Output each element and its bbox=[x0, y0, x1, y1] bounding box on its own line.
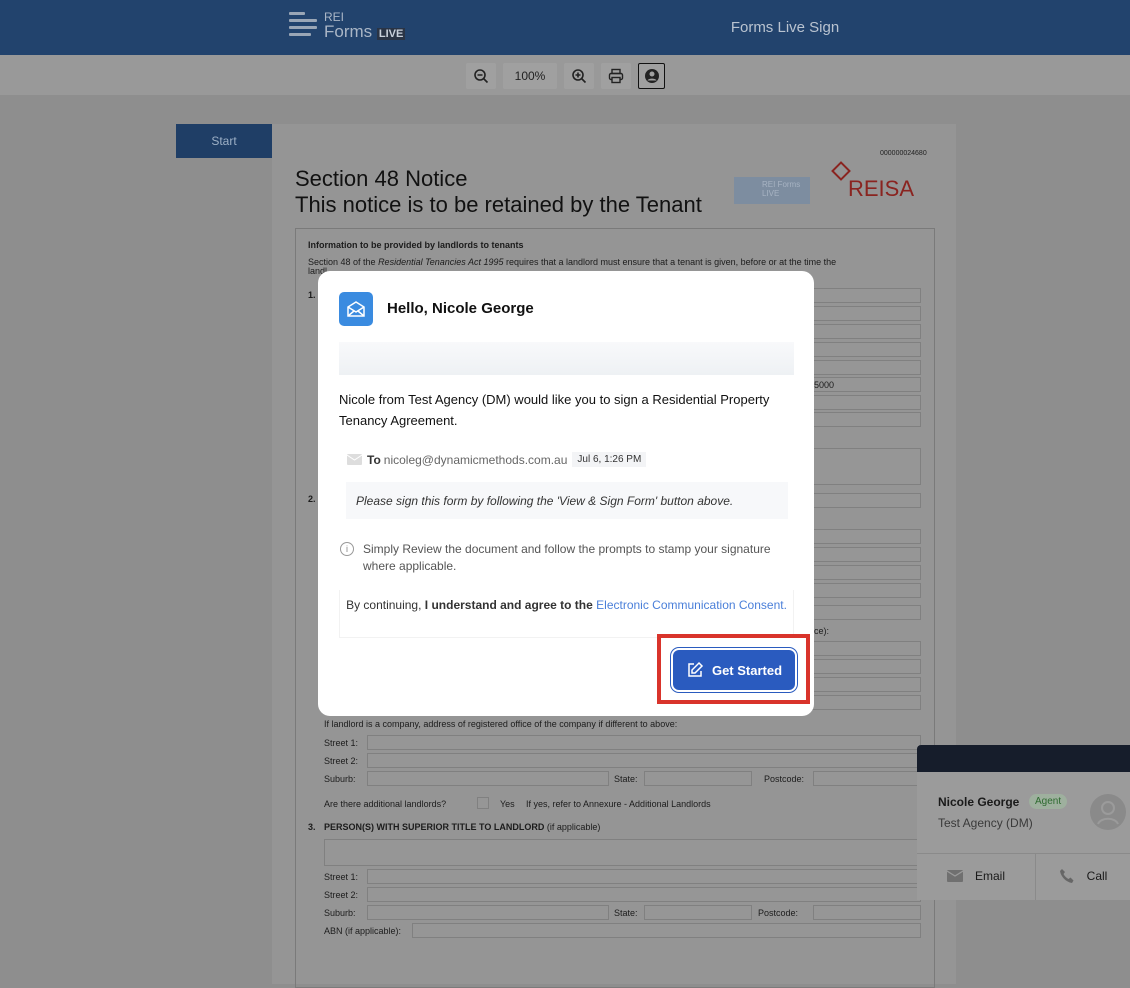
app-title: Forms Live Sign bbox=[730, 19, 840, 36]
reisa-logo: REISA bbox=[831, 161, 914, 202]
company-suburb-field[interactable] bbox=[367, 771, 609, 786]
recipient-line: To nicoleg@dynamicmethods.com.au Jul 6, 1… bbox=[347, 452, 647, 467]
sup-postcode-field[interactable] bbox=[813, 905, 921, 920]
zoom-in-button[interactable] bbox=[564, 63, 594, 89]
sup-state-field[interactable] bbox=[644, 905, 752, 920]
phone-icon bbox=[1059, 868, 1074, 883]
sup-street2-field[interactable] bbox=[367, 887, 921, 902]
info-icon: i bbox=[340, 542, 354, 556]
consent-text: By continuing, I understand and agree to… bbox=[339, 590, 794, 638]
edit-icon bbox=[688, 661, 704, 677]
superior-title-name-field[interactable] bbox=[324, 839, 921, 866]
get-started-button[interactable]: Get Started bbox=[673, 650, 795, 690]
sup-suburb-field[interactable] bbox=[367, 905, 609, 920]
company-state-field[interactable] bbox=[644, 771, 752, 786]
sup-abn-field[interactable] bbox=[412, 923, 921, 938]
postcode-value: 5000 bbox=[814, 380, 835, 390]
call-agent-button[interactable]: Call bbox=[1036, 853, 1130, 898]
intro-text: Section 48 of the Residential Tenancies … bbox=[308, 257, 837, 267]
info-heading: Information to be provided by landlords … bbox=[308, 240, 524, 250]
profile-button[interactable] bbox=[638, 63, 665, 89]
greeting: Hello, Nicole George bbox=[387, 300, 534, 317]
section3-title: PERSON(S) WITH SUPERIOR TITLE TO LANDLOR… bbox=[324, 822, 601, 832]
company-street2-field[interactable] bbox=[367, 753, 921, 768]
company-postcode-field[interactable] bbox=[813, 771, 921, 786]
agent-agency: Test Agency (DM) bbox=[938, 816, 1033, 830]
document-title: Section 48 Notice This notice is to be r… bbox=[295, 166, 702, 217]
forms-live-doc-logo: REI Forms LIVE bbox=[734, 177, 810, 204]
decorative-banner bbox=[339, 342, 794, 375]
email-agent-button[interactable]: Email bbox=[917, 853, 1035, 898]
document-number: 000000024680 bbox=[880, 150, 927, 157]
avatar bbox=[1090, 794, 1126, 830]
zoom-out-icon bbox=[474, 69, 489, 84]
company-address-label: If landlord is a company, address of reg… bbox=[324, 719, 678, 729]
mail-icon bbox=[946, 869, 963, 882]
agent-name: Nicole George bbox=[938, 795, 1020, 809]
zoom-level[interactable]: 100% bbox=[503, 63, 557, 89]
envelope-open-icon bbox=[339, 292, 373, 326]
sup-street1-field[interactable] bbox=[367, 869, 921, 884]
info-text: i Simply Review the document and follow t… bbox=[339, 541, 794, 575]
print-button[interactable] bbox=[601, 63, 631, 89]
agent-badge: Agent bbox=[1029, 794, 1068, 809]
start-tab[interactable]: Start bbox=[176, 124, 284, 158]
user-circle-icon bbox=[644, 69, 659, 83]
additional-landlords-checkbox[interactable] bbox=[477, 797, 489, 809]
electronic-consent-link[interactable]: Electronic Communication Consent. bbox=[596, 598, 787, 612]
sign-note: Please sign this form by following the '… bbox=[346, 482, 788, 519]
mail-icon bbox=[347, 454, 362, 465]
zoom-in-icon bbox=[572, 69, 587, 84]
company-street1-field[interactable] bbox=[367, 735, 921, 750]
print-icon bbox=[608, 68, 624, 84]
zoom-out-button[interactable] bbox=[466, 63, 496, 89]
sign-request-message: Nicole from Test Agency (DM) would like … bbox=[339, 392, 770, 428]
